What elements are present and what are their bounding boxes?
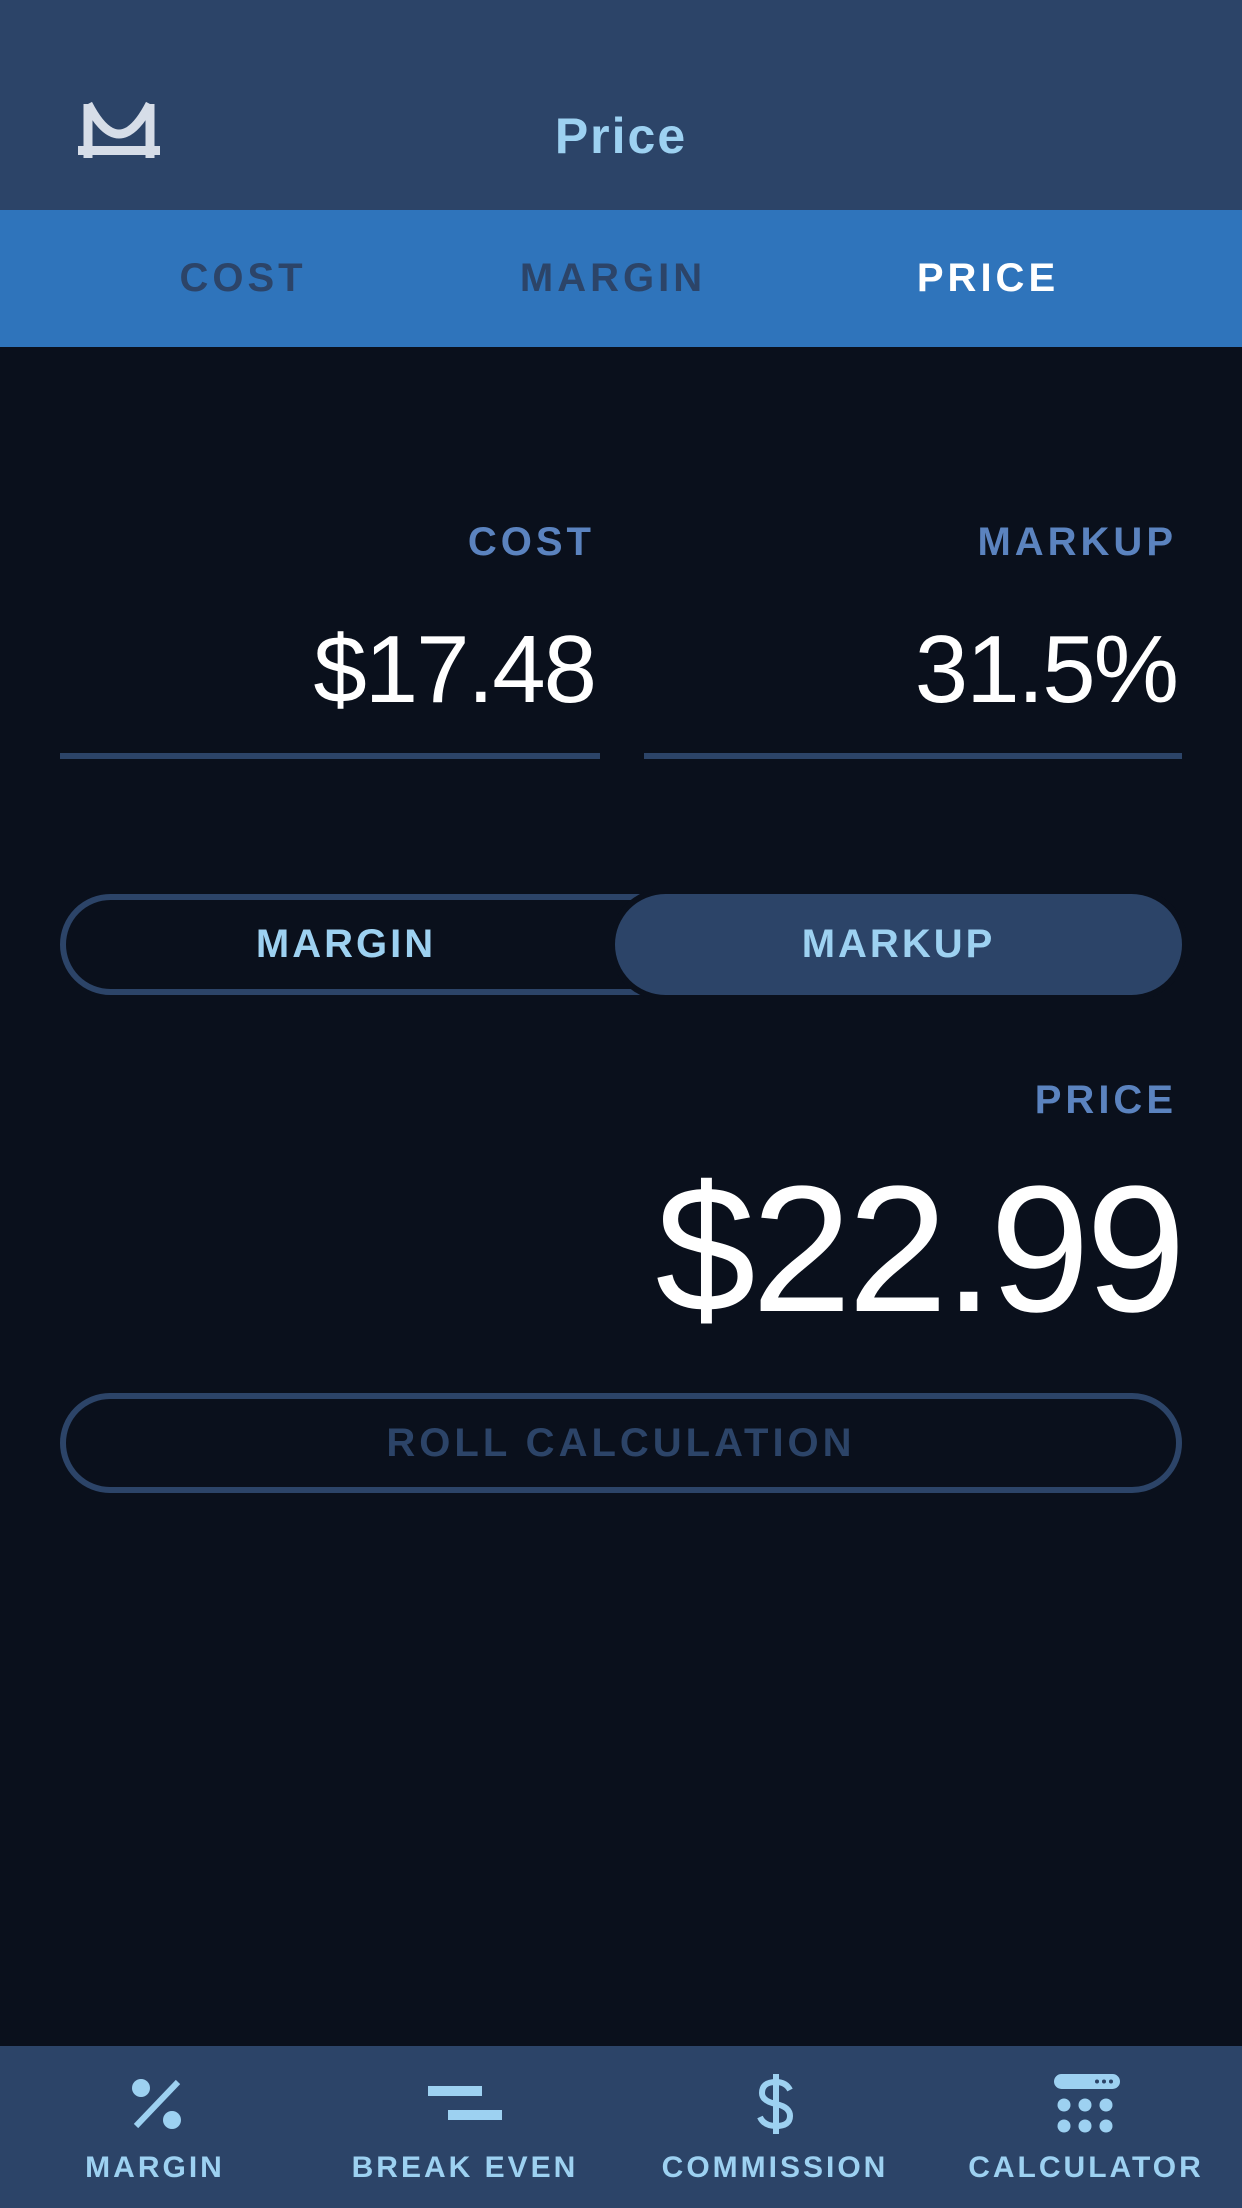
page-title: Price (554, 108, 688, 164)
markup-input[interactable]: 31.5% (915, 615, 1179, 725)
nav-label-break-even: BREAK EVEN (351, 2151, 579, 2184)
bottom-nav: MARGIN BREAK EVEN COMMISSION CALCULATOR (0, 2046, 1242, 2208)
roll-calculation-button[interactable]: ROLL CALCULATION (60, 1393, 1182, 1493)
calculator-icon (1052, 2074, 1122, 2134)
nav-item-commission[interactable]: COMMISSION (620, 2046, 930, 2208)
nav-label-margin: MARGIN (85, 2151, 225, 2184)
nav-item-break-even[interactable]: BREAK EVEN (310, 2046, 620, 2208)
tab-cost[interactable]: COST (120, 210, 366, 347)
nav-item-margin[interactable]: MARGIN (0, 2046, 310, 2208)
cost-input[interactable]: $17.48 (313, 615, 597, 725)
markup-label: MARKUP (977, 520, 1177, 564)
toggle-markup-option[interactable]: MARKUP (615, 894, 1182, 995)
app-header: Price (0, 0, 1242, 210)
nav-label-calculator: CALCULATOR (968, 2151, 1204, 2184)
tab-bar: COST MARGIN PRICE (0, 210, 1242, 347)
roll-calculation-label: ROLL CALCULATION (386, 1421, 856, 1465)
percent-icon (130, 2076, 184, 2132)
price-result: $22.99 (655, 1149, 1186, 1350)
equals-icon (428, 2086, 502, 2122)
dollar-icon (754, 2074, 798, 2134)
nav-item-calculator[interactable]: CALCULATOR (930, 2046, 1242, 2208)
nav-label-commission: COMMISSION (661, 2151, 889, 2184)
toggle-markup-label: MARKUP (801, 922, 996, 966)
price-label: PRICE (1034, 1078, 1177, 1122)
tab-price[interactable]: PRICE (865, 210, 1111, 347)
cost-label: COST (467, 520, 595, 564)
tab-margin[interactable]: MARGIN (490, 210, 736, 347)
cost-underline (60, 753, 600, 759)
toggle-margin-label: MARGIN (255, 922, 437, 966)
markup-underline (644, 753, 1182, 759)
